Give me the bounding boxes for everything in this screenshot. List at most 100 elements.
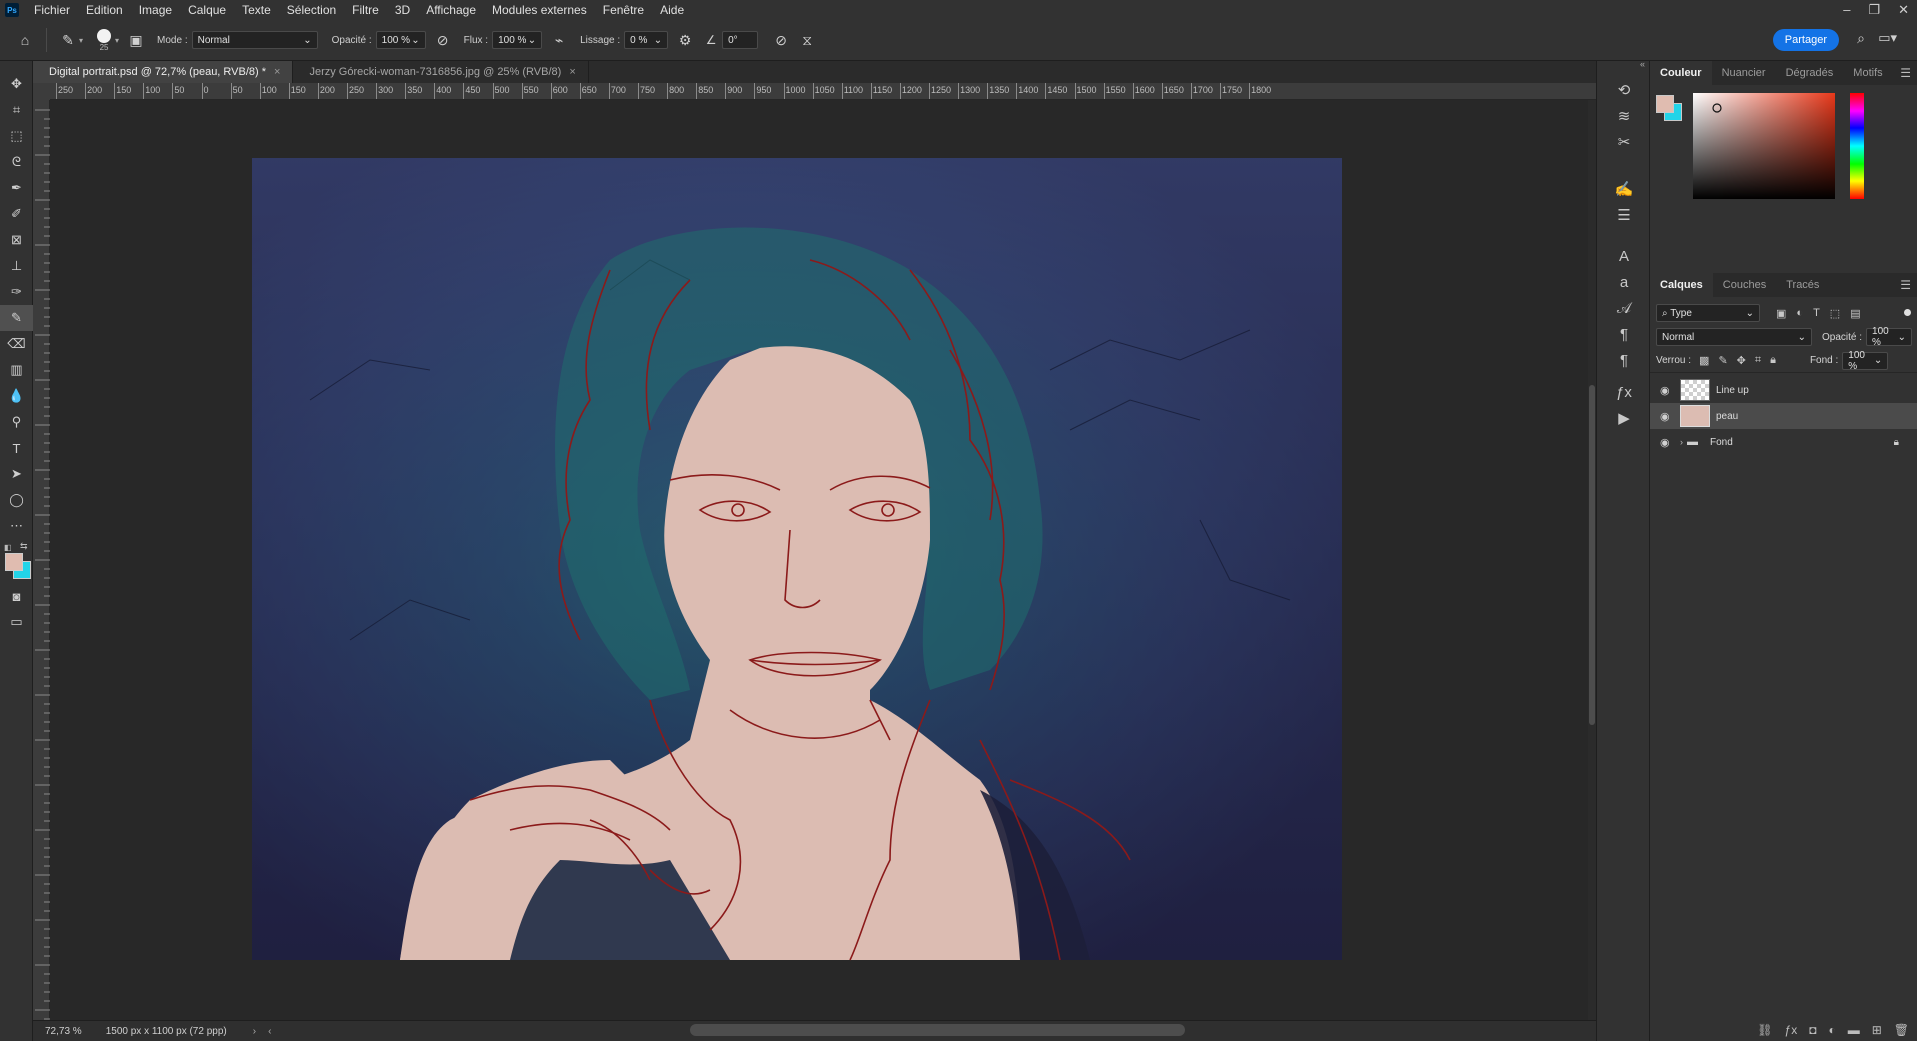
- tab-jerzy-gorecki[interactable]: Jerzy Górecki-woman-7316856.jpg @ 25% (R…: [293, 61, 589, 83]
- close-icon[interactable]: ×: [569, 66, 575, 78]
- character-styles-icon[interactable]: a: [1609, 269, 1639, 295]
- menu-calque[interactable]: Calque: [180, 0, 234, 20]
- brush-settings-icon[interactable]: ▣: [125, 29, 147, 51]
- angle-input[interactable]: 0°: [722, 31, 759, 49]
- lock-transparency-icon[interactable]: ▩: [1699, 354, 1709, 367]
- airbrush-icon[interactable]: ⌁: [548, 29, 570, 51]
- menu-texte[interactable]: Texte: [234, 0, 279, 20]
- tab-nuancier[interactable]: Nuancier: [1712, 61, 1776, 85]
- minimize-button[interactable]: –: [1843, 0, 1850, 20]
- layer-filter-select[interactable]: ⌕ Type ⌄: [1656, 304, 1760, 322]
- close-button[interactable]: ✕: [1898, 0, 1909, 20]
- panel-menu-icon[interactable]: ☰: [1900, 66, 1911, 80]
- symmetry-icon[interactable]: ⧖: [796, 29, 818, 51]
- brush-tool-icon[interactable]: ✎: [0, 305, 33, 331]
- path-selection-tool-icon[interactable]: ➤: [0, 461, 33, 487]
- layer-opacity-input[interactable]: 100 % ⌄: [1866, 326, 1913, 348]
- lock-all-icon[interactable]: 🔒︎: [1770, 354, 1776, 367]
- brush-size-picker[interactable]: 25: [97, 28, 112, 52]
- eyedropper-tool-icon[interactable]: ✑: [0, 279, 33, 305]
- pressure-size-icon[interactable]: ⊘: [770, 29, 792, 51]
- dodge-tool-icon[interactable]: ⚲: [0, 409, 33, 435]
- mode-select[interactable]: Normal ⌄: [191, 31, 318, 49]
- crop-tool-icon[interactable]: ⌗: [0, 97, 33, 123]
- eye-icon[interactable]: ◉: [1660, 436, 1676, 449]
- move-tool-icon[interactable]: ✥: [0, 71, 33, 97]
- pen-tool-icon[interactable]: ✒: [0, 175, 33, 201]
- history-icon[interactable]: ⟲: [1609, 77, 1639, 103]
- swap-colors-icon[interactable]: ⇆: [20, 541, 28, 552]
- vertical-scrollbar-thumb[interactable]: [1589, 385, 1595, 725]
- actions-play-icon[interactable]: ▶: [1609, 405, 1639, 431]
- blend-mode-select[interactable]: Normal ⌄: [1656, 328, 1812, 346]
- delete-layer-icon[interactable]: 🗑︎: [1894, 1023, 1909, 1037]
- panel-menu-icon[interactable]: ☰: [1900, 278, 1911, 292]
- brush-settings-icon[interactable]: ✍: [1609, 176, 1639, 202]
- quick-select-tool-icon[interactable]: ✐: [0, 201, 33, 227]
- smoothing-input[interactable]: 0 % ⌄: [624, 31, 669, 49]
- stamp-tool-icon[interactable]: ⊥: [0, 253, 33, 279]
- tab-couches[interactable]: Couches: [1713, 273, 1776, 297]
- flux-input[interactable]: 100 % ⌄: [492, 31, 543, 49]
- lasso-tool-icon[interactable]: ᘓ: [0, 149, 33, 175]
- tab-calques[interactable]: Calques: [1650, 273, 1713, 297]
- tab-traces[interactable]: Tracés: [1776, 273, 1829, 297]
- default-colors-icon[interactable]: ◧: [4, 543, 12, 552]
- character-icon[interactable]: A: [1609, 243, 1639, 269]
- chevron-down-icon[interactable]: ▾: [115, 36, 119, 45]
- shape-filter-icon[interactable]: ⬚: [1830, 307, 1840, 320]
- layer-fond[interactable]: ◉ › ▬ Fond 🔒︎: [1650, 429, 1917, 455]
- screen-mode-icon[interactable]: ▭: [0, 609, 33, 635]
- adjustments-icon[interactable]: ≋: [1609, 103, 1639, 129]
- tab-degrades[interactable]: Dégradés: [1776, 61, 1844, 85]
- home-icon[interactable]: ⌂: [14, 29, 36, 51]
- quick-mask-icon[interactable]: ◙: [0, 583, 33, 609]
- foreground-color-swatch[interactable]: [1656, 95, 1674, 113]
- eye-icon[interactable]: ◉: [1660, 410, 1676, 423]
- adjustment-filter-icon[interactable]: ◐: [1796, 307, 1803, 320]
- adjustment-layer-icon[interactable]: ◐: [1828, 1023, 1835, 1037]
- fill-input[interactable]: 100 % ⌄: [1842, 350, 1889, 372]
- marquee-tool-icon[interactable]: ⬚: [0, 123, 33, 149]
- brush-preset-icon[interactable]: ✎: [57, 29, 79, 51]
- lock-position-icon[interactable]: ✥: [1737, 354, 1746, 367]
- tab-couleur[interactable]: Couleur: [1650, 61, 1712, 85]
- menu-aide[interactable]: Aide: [652, 0, 692, 20]
- menu-edition[interactable]: Edition: [78, 0, 131, 20]
- pressure-opacity-icon[interactable]: ⊘: [432, 29, 454, 51]
- type-tool-icon[interactable]: T: [0, 435, 33, 461]
- menu-selection[interactable]: Sélection: [279, 0, 344, 20]
- chevron-left-icon[interactable]: ‹: [268, 1026, 271, 1037]
- new-layer-icon[interactable]: ⊞: [1872, 1023, 1882, 1037]
- opacity-input[interactable]: 100 % ⌄: [375, 31, 426, 49]
- tools-icon[interactable]: ✂: [1609, 129, 1639, 155]
- canvas-area[interactable]: [50, 100, 1588, 1020]
- properties-icon[interactable]: ☰: [1609, 202, 1639, 228]
- layer-peau[interactable]: ◉ peau: [1650, 403, 1917, 429]
- glyphs-icon[interactable]: 𝒜: [1609, 295, 1639, 321]
- restore-button[interactable]: ❐: [1868, 0, 1880, 20]
- tab-digital-portrait[interactable]: Digital portrait.psd @ 72,7% (peau, RVB/…: [33, 61, 294, 83]
- workspace-icon[interactable]: ▭▾: [1878, 30, 1897, 46]
- color-picker-field[interactable]: [1693, 93, 1835, 199]
- hue-slider[interactable]: [1850, 93, 1864, 199]
- menu-image[interactable]: Image: [131, 0, 180, 20]
- close-icon[interactable]: ×: [274, 66, 280, 78]
- menu-fenetre[interactable]: Fenêtre: [595, 0, 652, 20]
- zoom-level[interactable]: 72,73 %: [45, 1026, 82, 1037]
- gear-icon[interactable]: ⚙: [674, 29, 696, 51]
- layer-line-up[interactable]: ◉ Line up: [1650, 377, 1917, 403]
- menu-modules-externes[interactable]: Modules externes: [484, 0, 595, 20]
- chevron-down-icon[interactable]: ▾: [79, 36, 83, 45]
- foreground-color-swatch[interactable]: [5, 553, 23, 571]
- horizontal-scrollbar-thumb[interactable]: [690, 1024, 1185, 1036]
- chevron-right-icon[interactable]: ›: [253, 1026, 256, 1037]
- gradient-tool-icon[interactable]: ▥: [0, 357, 33, 383]
- document-canvas[interactable]: [50, 100, 1588, 1020]
- new-group-icon[interactable]: ▬: [1848, 1023, 1860, 1037]
- type-filter-icon[interactable]: T: [1813, 307, 1820, 320]
- smart-object-filter-icon[interactable]: ▤: [1850, 307, 1860, 320]
- eraser-tool-icon[interactable]: ⌫: [0, 331, 33, 357]
- collapse-icon[interactable]: «: [1640, 59, 1645, 69]
- tab-motifs[interactable]: Motifs: [1843, 61, 1892, 85]
